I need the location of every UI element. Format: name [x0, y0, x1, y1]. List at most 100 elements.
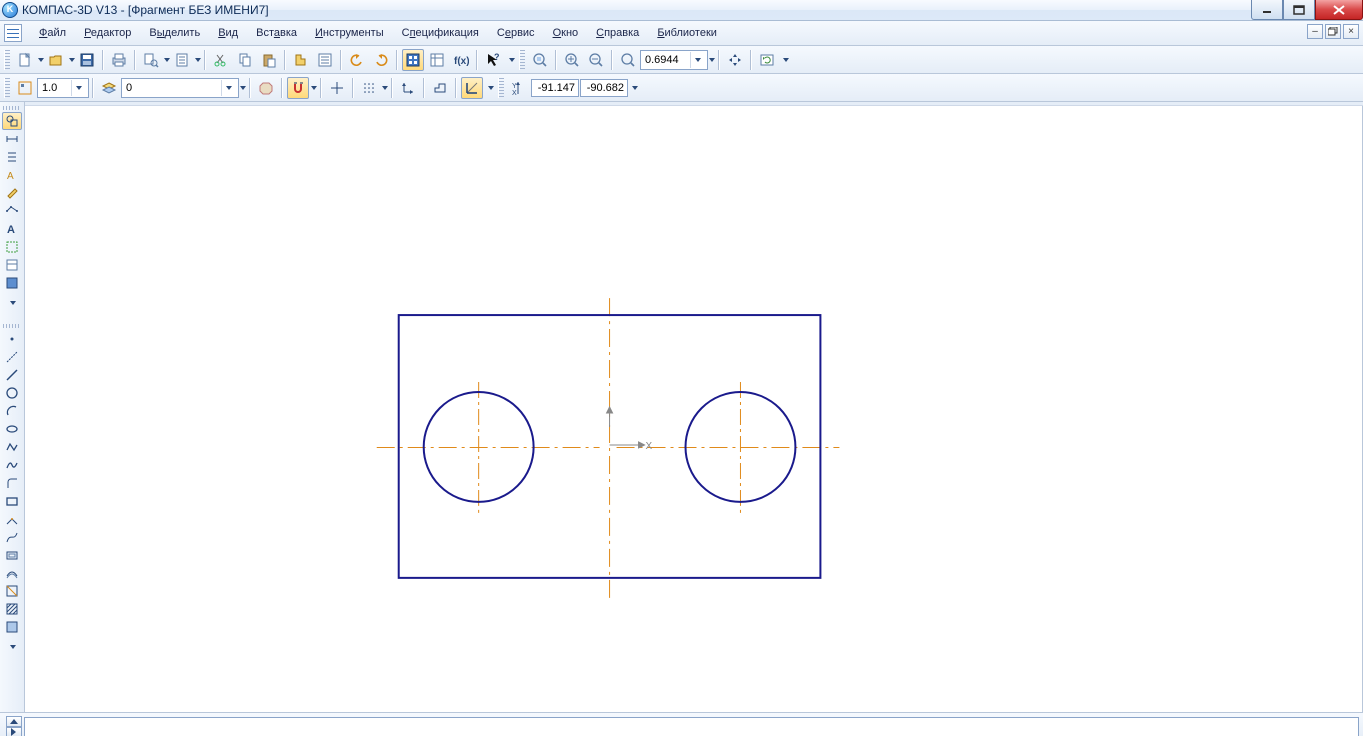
arc-tool-button[interactable]	[2, 402, 22, 420]
scale-combo[interactable]: 1.0	[37, 78, 89, 98]
dimensions-panel-button[interactable]	[2, 130, 22, 148]
menu-select[interactable]: Выделить	[140, 24, 209, 42]
fill-tool-button[interactable]	[2, 618, 22, 636]
command-input[interactable]	[24, 717, 1359, 736]
stop-button[interactable]	[255, 77, 277, 99]
segment-tool-button[interactable]	[2, 366, 22, 384]
hatch-tool-button[interactable]	[2, 600, 22, 618]
toolbox-grip[interactable]	[3, 324, 21, 328]
menu-spec[interactable]: Спецификация	[393, 24, 488, 42]
redo-button[interactable]	[370, 49, 392, 71]
select-panel-button[interactable]	[2, 238, 22, 256]
list-button[interactable]	[314, 49, 336, 71]
toolbar-grip[interactable]	[498, 78, 504, 98]
toolbar-grip[interactable]	[4, 50, 10, 70]
edit-panel-button[interactable]	[2, 184, 22, 202]
geometry-panel-button[interactable]	[2, 112, 22, 130]
refresh-button[interactable]	[756, 49, 778, 71]
manager-button[interactable]	[402, 49, 424, 71]
circle-tool-button[interactable]	[2, 384, 22, 402]
minimize-button[interactable]	[1251, 0, 1283, 20]
save-button[interactable]	[76, 49, 98, 71]
offset-tool-button[interactable]	[2, 546, 22, 564]
preview-dropdown[interactable]	[163, 49, 170, 71]
coord-toolbar-overflow[interactable]	[630, 77, 640, 99]
properties-button[interactable]	[171, 49, 193, 71]
standard-toolbar-overflow[interactable]	[507, 49, 517, 71]
snap-toggle-button[interactable]	[287, 77, 309, 99]
coord-y-input[interactable]	[580, 79, 628, 97]
format-brush-button[interactable]	[290, 49, 312, 71]
toolbar-grip[interactable]	[4, 78, 10, 98]
equidistant-curve-button[interactable]	[2, 564, 22, 582]
new-button[interactable]	[14, 49, 36, 71]
menu-libraries[interactable]: Библиотеки	[648, 24, 726, 42]
panel-collapse-up-button[interactable]	[6, 716, 22, 727]
ortho-button[interactable]	[326, 77, 348, 99]
designations-panel-button[interactable]	[2, 148, 22, 166]
polyline-tool-button[interactable]	[2, 438, 22, 456]
point-tool-button[interactable]	[2, 330, 22, 348]
menu-service[interactable]: Сервис	[488, 24, 544, 42]
panel-collapse-right-button[interactable]	[6, 727, 22, 736]
toolbox-grip[interactable]	[3, 106, 21, 110]
layer-combo[interactable]: 0	[121, 78, 239, 98]
print-button[interactable]	[108, 49, 130, 71]
maximize-button[interactable]	[1283, 0, 1315, 20]
menu-window[interactable]: Окно	[544, 24, 588, 42]
step-button[interactable]	[429, 77, 451, 99]
localcs-button[interactable]	[397, 77, 419, 99]
document-icon[interactable]	[4, 24, 22, 42]
properties-dropdown[interactable]	[194, 49, 201, 71]
bezier-tool-button[interactable]	[2, 528, 22, 546]
layer-dropdown-ext[interactable]	[239, 77, 246, 99]
preview-button[interactable]	[140, 49, 162, 71]
ellipse-tool-button[interactable]	[2, 420, 22, 438]
layers-button[interactable]	[98, 77, 120, 99]
copy-button[interactable]	[234, 49, 256, 71]
parametrization-panel-button[interactable]	[2, 202, 22, 220]
reports-panel-button[interactable]	[2, 274, 22, 292]
help-cursor-button[interactable]: ?	[482, 49, 504, 71]
aux-line-tool-button[interactable]	[2, 348, 22, 366]
mdi-restore-button[interactable]	[1325, 24, 1341, 39]
toolbar-grip[interactable]	[519, 50, 525, 70]
snap-dropdown[interactable]	[310, 77, 317, 99]
spec-panel-button[interactable]	[2, 256, 22, 274]
zoom-in-button[interactable]	[561, 49, 583, 71]
open-dropdown[interactable]	[68, 49, 75, 71]
zoom-window-button[interactable]	[529, 49, 551, 71]
contour-collect-button[interactable]	[2, 582, 22, 600]
mdi-close-button[interactable]: ×	[1343, 24, 1359, 39]
menu-tools[interactable]: Инструменты	[306, 24, 393, 42]
fx-button[interactable]: f(x)	[450, 49, 472, 71]
toolbox-overflow-2[interactable]	[8, 636, 18, 658]
autosegment-tool-button[interactable]	[2, 510, 22, 528]
menu-view[interactable]: Вид	[209, 24, 247, 42]
menu-insert[interactable]: Вставка	[247, 24, 306, 42]
coords-mode-button[interactable]: YX	[508, 77, 530, 99]
open-button[interactable]	[45, 49, 67, 71]
paste-button[interactable]	[258, 49, 280, 71]
menu-file[interactable]: Файл	[30, 24, 75, 42]
menu-edit[interactable]: Редактор	[75, 24, 140, 42]
new-dropdown[interactable]	[37, 49, 44, 71]
zoom-dropdown-ext[interactable]	[708, 49, 715, 71]
mdi-minimize-button[interactable]: –	[1307, 24, 1323, 39]
drawing-canvas[interactable]: X	[25, 102, 1363, 712]
fillet-tool-button[interactable]	[2, 474, 22, 492]
undo-button[interactable]	[346, 49, 368, 71]
current-view-button[interactable]	[14, 77, 36, 99]
cut-button[interactable]	[210, 49, 232, 71]
ortho-drawing-button[interactable]	[461, 77, 483, 99]
pan-button[interactable]	[724, 49, 746, 71]
state-toolbar-overflow[interactable]	[486, 77, 496, 99]
variables-button[interactable]	[426, 49, 448, 71]
zoom-scale-button[interactable]	[617, 49, 639, 71]
coord-x-input[interactable]	[531, 79, 579, 97]
view-toolbar-overflow[interactable]	[781, 49, 791, 71]
spline-tool-button[interactable]	[2, 456, 22, 474]
grid-button[interactable]	[358, 77, 380, 99]
close-button[interactable]	[1315, 0, 1363, 20]
zoom-combo[interactable]: 0.6944	[640, 50, 708, 70]
